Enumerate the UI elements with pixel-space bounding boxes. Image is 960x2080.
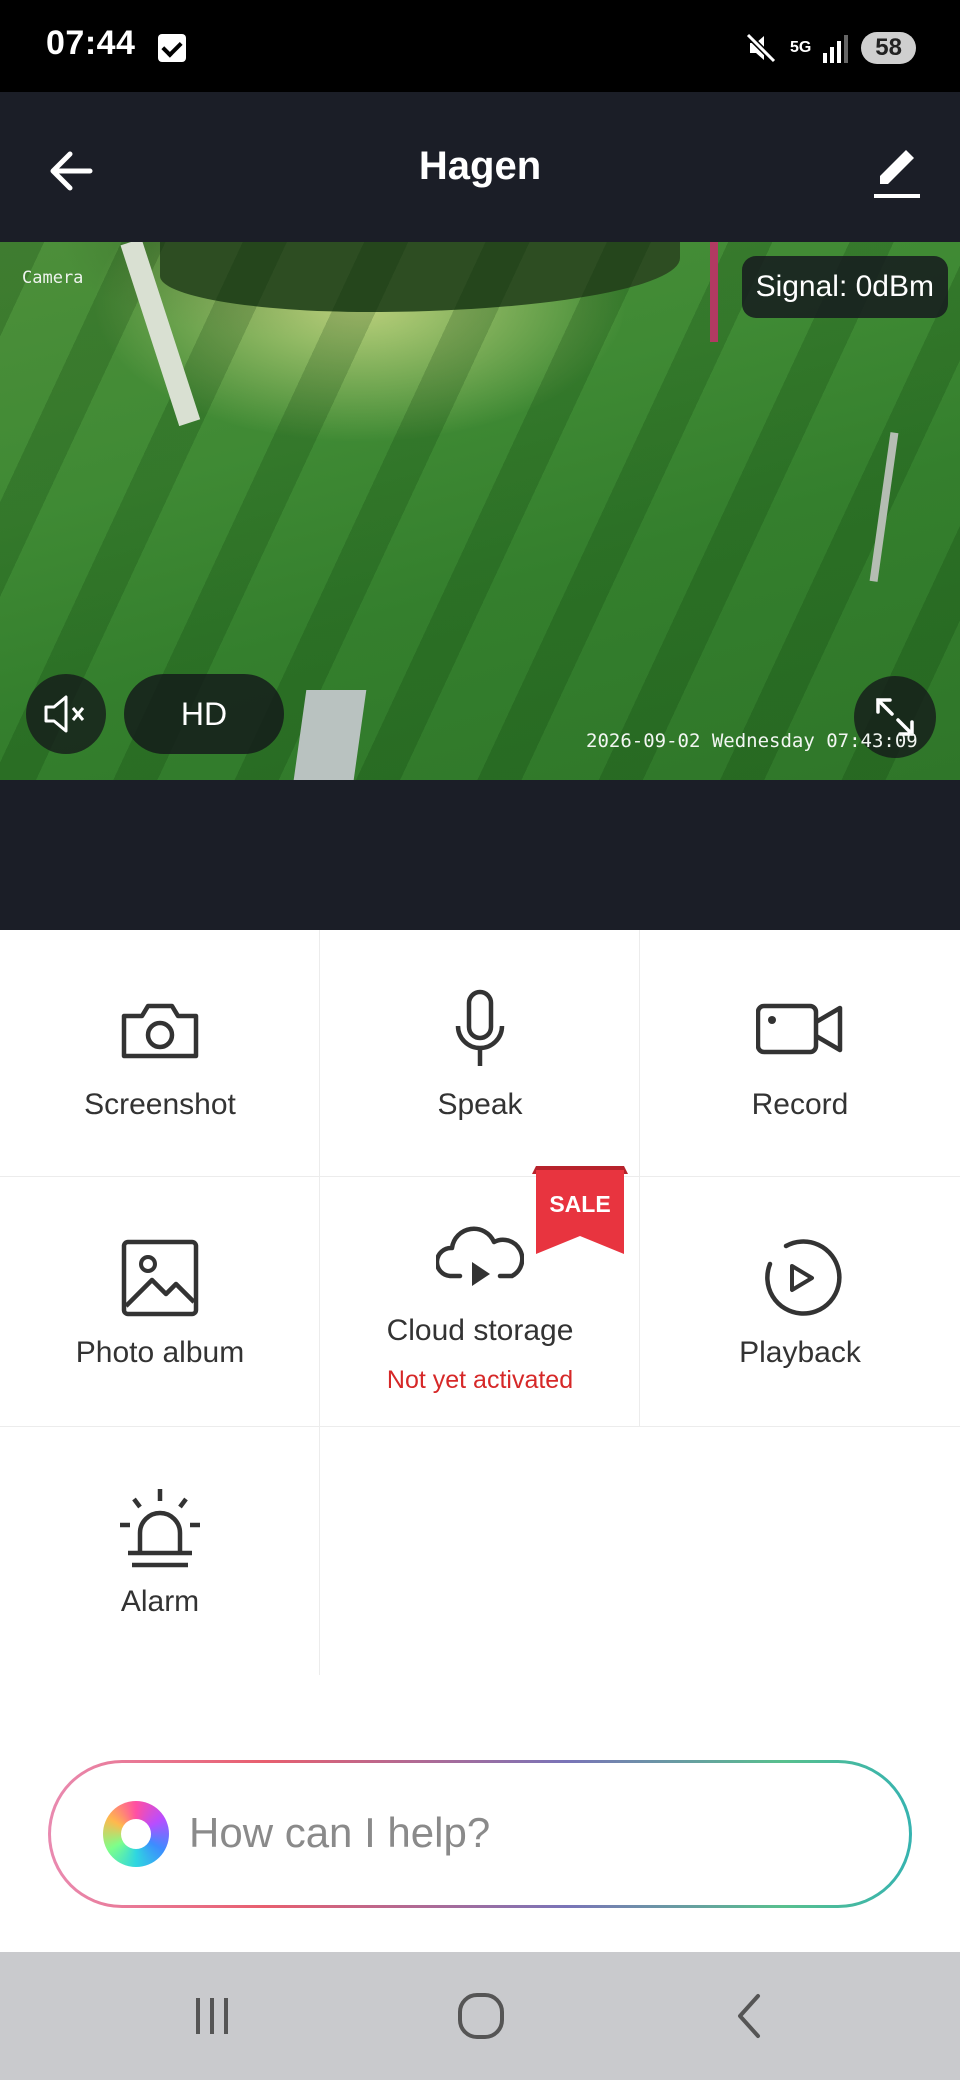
- cloud-storage-label: Cloud storage: [386, 1314, 574, 1347]
- photo-album-button[interactable]: Photo album: [0, 1178, 320, 1426]
- alarm-button[interactable]: Alarm: [0, 1427, 320, 1675]
- assistant-placeholder: How can I help?: [189, 1809, 491, 1856]
- mute-status-icon: [745, 32, 777, 64]
- home-icon[interactable]: [441, 1986, 521, 2046]
- playback-icon: [765, 1239, 842, 1316]
- feed-timestamp: 2026-09-02 Wednesday 07:43:09: [586, 730, 918, 752]
- edit-button[interactable]: [862, 136, 932, 206]
- pencil-icon: [874, 150, 920, 198]
- cloud-storage-status: Not yet activated: [386, 1366, 574, 1394]
- page-title: Hagen: [418, 144, 542, 188]
- notification-check-icon: [158, 34, 186, 62]
- sale-badge-text: SALE: [549, 1191, 610, 1217]
- assistant-logo-icon: [103, 1801, 169, 1867]
- speak-button[interactable]: Speak: [320, 930, 640, 1178]
- screenshot-button[interactable]: Screenshot: [0, 930, 320, 1178]
- status-time: 07:44: [46, 24, 136, 62]
- record-button[interactable]: Record: [640, 930, 960, 1178]
- photo-album-label: Photo album: [75, 1336, 245, 1369]
- microphone-icon: [455, 989, 505, 1066]
- camera-icon: [121, 1003, 199, 1059]
- alarm-label: Alarm: [120, 1585, 200, 1618]
- recent-apps-icon[interactable]: [172, 1986, 252, 2046]
- signal-badge: Signal: 0dBm: [741, 256, 948, 318]
- cloud-play-icon: [436, 1226, 524, 1286]
- feed-bottom-area: [0, 780, 960, 930]
- speak-label: Speak: [437, 1088, 523, 1121]
- actions-grid: Screenshot Speak Record Photo album SALE…: [0, 930, 960, 1675]
- assistant-input-inner[interactable]: How can I help?: [51, 1763, 909, 1905]
- system-nav-bar: [0, 1952, 960, 2080]
- speaker-muted-icon: [44, 695, 85, 733]
- signal-bars-icon: [823, 35, 849, 63]
- screenshot-label: Screenshot: [84, 1088, 236, 1121]
- video-camera-icon: [756, 1003, 843, 1055]
- alarm-siren-icon: [120, 1489, 200, 1568]
- back-nav-icon[interactable]: [710, 1986, 790, 2046]
- quality-button[interactable]: HD: [124, 674, 284, 754]
- record-label: Record: [751, 1088, 849, 1121]
- feed-path-stone: [293, 690, 367, 780]
- status-icons: 5G 58: [744, 30, 916, 66]
- camera-label: Camera: [22, 268, 84, 288]
- app-header: Hagen: [0, 92, 960, 242]
- cloud-storage-button[interactable]: SALE Cloud storage Not yet activated: [320, 1166, 640, 1426]
- battery-indicator: 58: [861, 32, 916, 64]
- network-type: 5G: [789, 39, 812, 56]
- sale-ribbon: SALE: [532, 1166, 628, 1254]
- status-bar: 07:44 5G 58: [0, 0, 960, 92]
- playback-label: Playback: [739, 1336, 861, 1369]
- camera-feed[interactable]: Camera Signal: 0dBm HD 2026-09-02 Wednes…: [0, 242, 960, 780]
- feed-pole-red: [710, 242, 718, 342]
- playback-button[interactable]: Playback: [640, 1178, 960, 1426]
- mute-button[interactable]: [26, 674, 106, 754]
- image-icon: [121, 1239, 199, 1317]
- assistant-input[interactable]: How can I help?: [48, 1760, 912, 1908]
